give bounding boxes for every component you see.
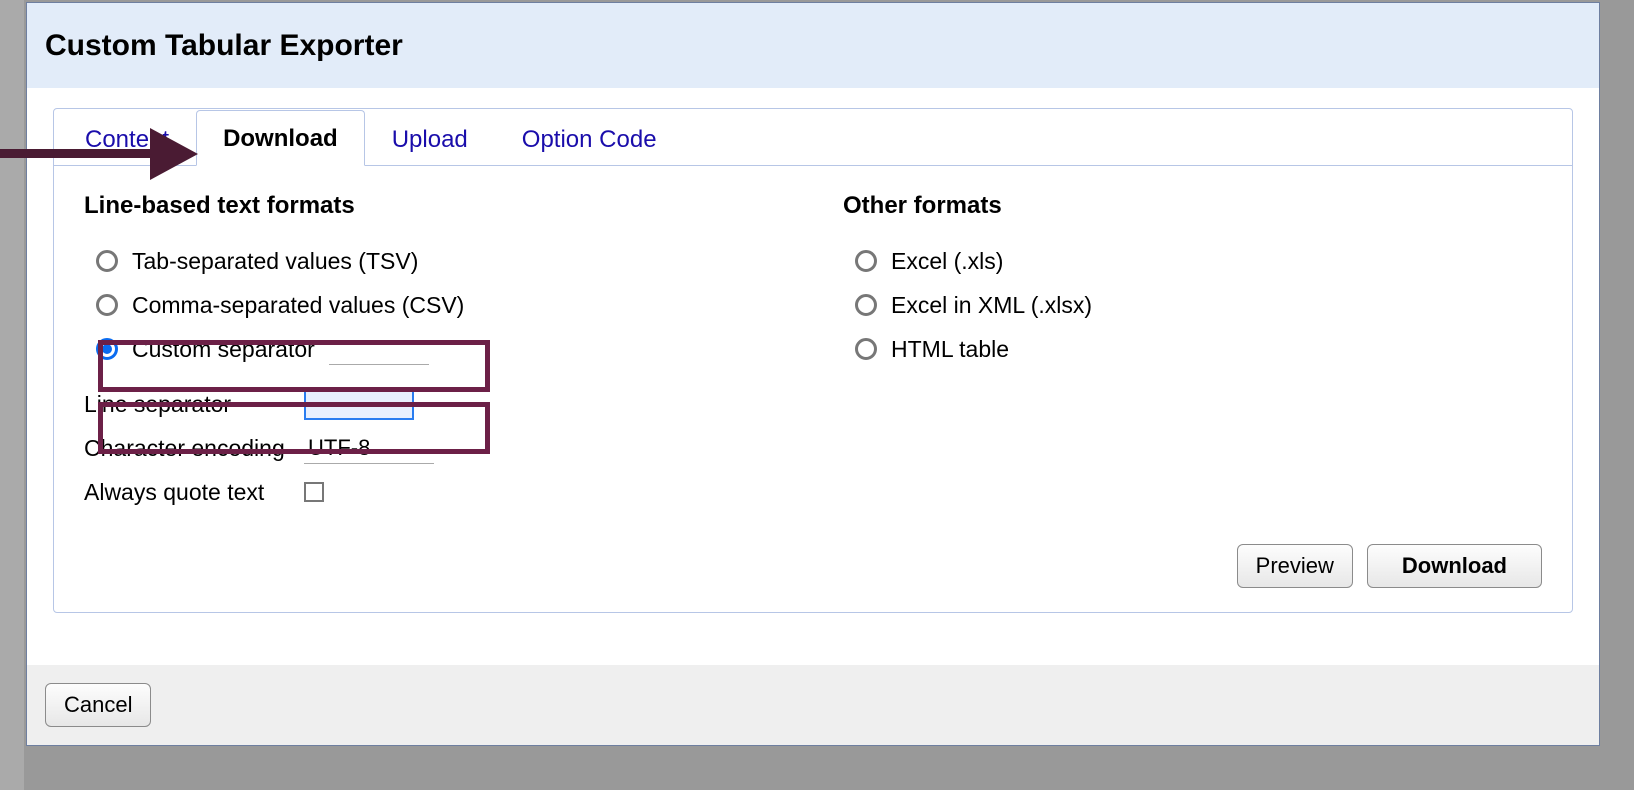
dialog-footer: Cancel — [27, 665, 1599, 745]
line-formats-column: Line-based text formats Tab-separated va… — [84, 192, 783, 518]
radio-row-xlsx[interactable]: Excel in XML (.xlsx) — [855, 288, 1542, 322]
exporter-dialog: Custom Tabular Exporter Content Download… — [26, 2, 1600, 746]
always-quote-checkbox[interactable] — [304, 482, 324, 502]
tab-content[interactable]: Content — [58, 111, 196, 166]
radio-icon[interactable] — [855, 294, 877, 316]
custom-separator-input[interactable] — [329, 334, 429, 365]
radio-label-csv: Comma-separated values (CSV) — [132, 292, 464, 319]
radio-row-csv[interactable]: Comma-separated values (CSV) — [96, 288, 783, 322]
background-obscured — [0, 0, 24, 790]
download-button[interactable]: Download — [1367, 544, 1542, 588]
line-separator-row: Line separator — [84, 386, 783, 422]
encoding-row: Character encoding — [84, 430, 783, 466]
radio-row-xls[interactable]: Excel (.xls) — [855, 244, 1542, 278]
radio-icon[interactable] — [855, 338, 877, 360]
radio-row-custom[interactable]: Custom separator — [96, 332, 783, 366]
radio-label-custom: Custom separator — [132, 336, 315, 363]
other-formats-column: Other formats Excel (.xls) Excel in XML … — [843, 192, 1542, 518]
line-separator-input[interactable] — [304, 388, 414, 420]
encoding-input[interactable] — [304, 433, 434, 464]
tab-bar: Content Download Upload Option Code — [54, 110, 1572, 166]
radio-label-xls: Excel (.xls) — [891, 248, 1003, 275]
tab-download[interactable]: Download — [196, 110, 365, 166]
radio-row-tsv[interactable]: Tab-separated values (TSV) — [96, 244, 783, 278]
radio-icon[interactable] — [96, 250, 118, 272]
radio-row-html[interactable]: HTML table — [855, 332, 1542, 366]
radio-label-tsv: Tab-separated values (TSV) — [132, 248, 418, 275]
dialog-header: Custom Tabular Exporter — [27, 3, 1599, 88]
panel-button-row: Preview Download — [84, 544, 1542, 588]
preview-button[interactable]: Preview — [1237, 544, 1353, 588]
tab-upload[interactable]: Upload — [365, 111, 495, 166]
tab-container: Content Download Upload Option Code Line… — [53, 108, 1573, 613]
radio-icon[interactable] — [855, 250, 877, 272]
always-quote-row: Always quote text — [84, 474, 783, 510]
cancel-button[interactable]: Cancel — [45, 683, 151, 727]
radio-label-html: HTML table — [891, 336, 1009, 363]
text-format-settings: Line separator Character encoding Always… — [84, 386, 783, 510]
radio-icon[interactable] — [96, 294, 118, 316]
line-formats-heading: Line-based text formats — [84, 192, 783, 220]
always-quote-label: Always quote text — [84, 479, 304, 506]
radio-icon[interactable] — [96, 338, 118, 360]
tab-option-code[interactable]: Option Code — [495, 111, 684, 166]
other-formats-heading: Other formats — [843, 192, 1542, 220]
download-panel: Line-based text formats Tab-separated va… — [54, 165, 1572, 612]
radio-label-xlsx: Excel in XML (.xlsx) — [891, 292, 1092, 319]
encoding-label: Character encoding — [84, 435, 304, 462]
dialog-body: Content Download Upload Option Code Line… — [27, 88, 1599, 613]
dialog-title: Custom Tabular Exporter — [45, 29, 403, 62]
line-separator-label: Line separator — [84, 391, 304, 418]
